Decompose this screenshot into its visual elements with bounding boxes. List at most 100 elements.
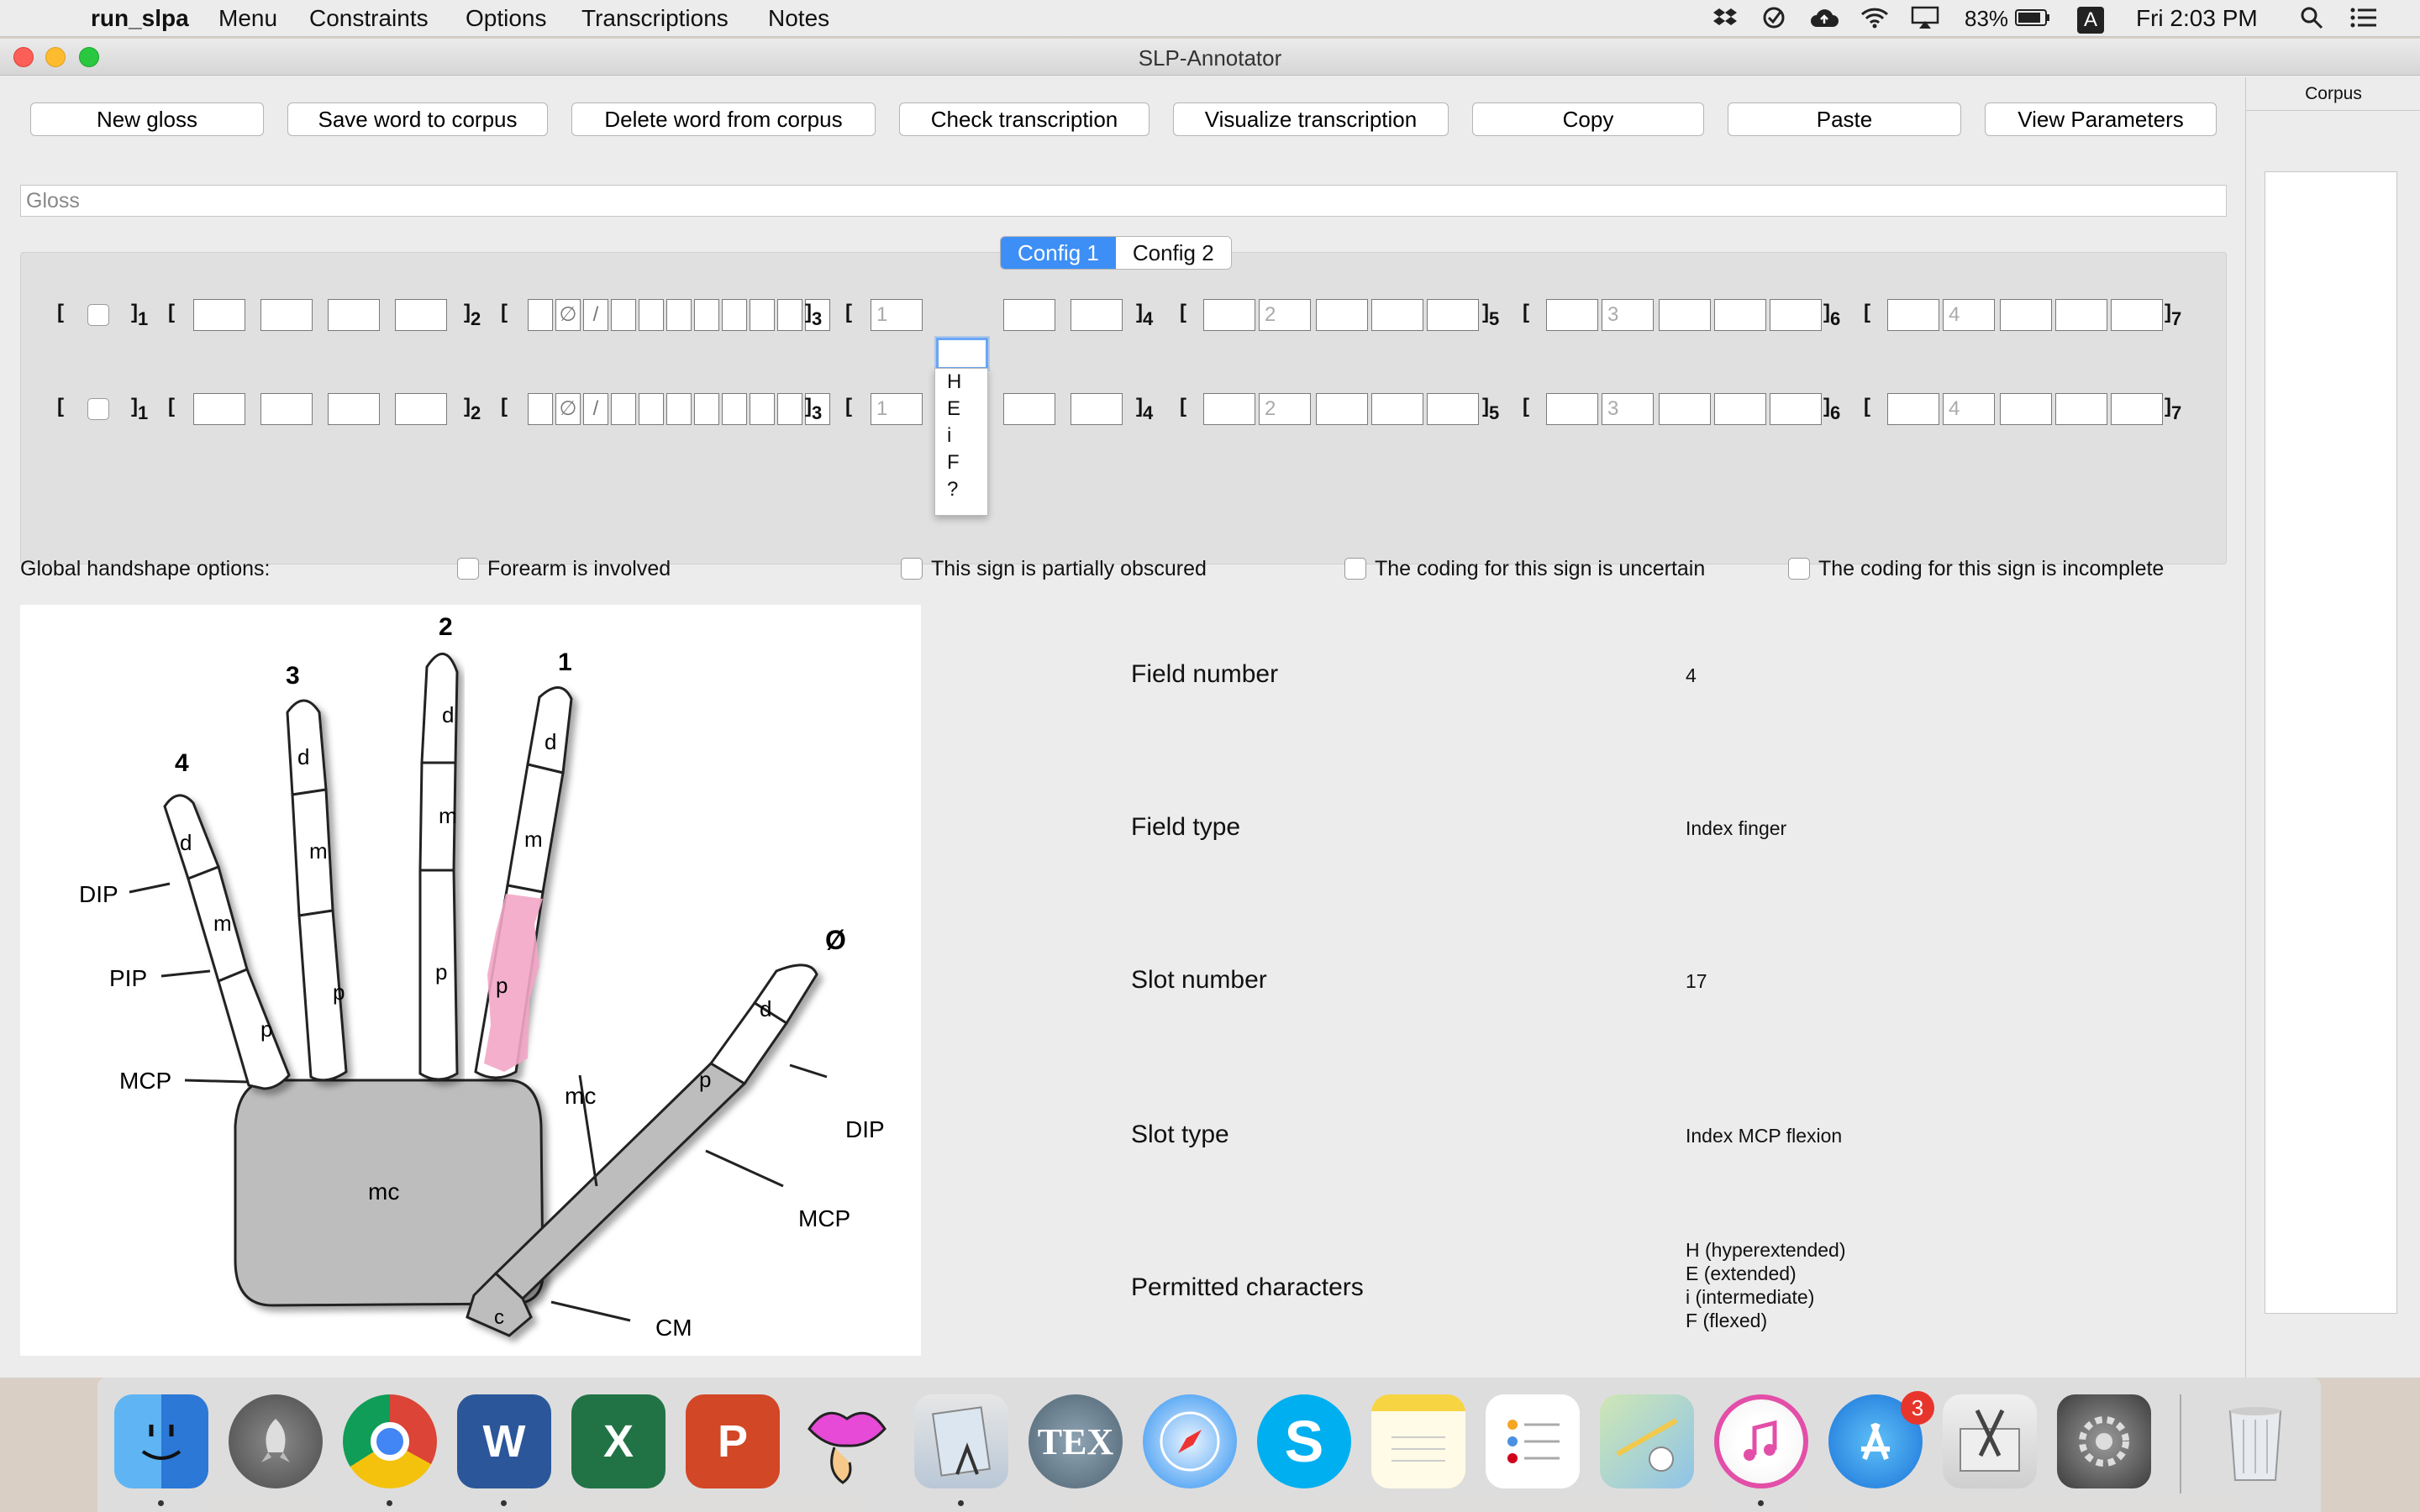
forearm-label[interactable]: Forearm is involved <box>487 557 671 581</box>
row2-field2-slot-4[interactable] <box>395 393 447 425</box>
row1-field3-slot-5[interactable] <box>639 299 664 331</box>
itunes-icon[interactable] <box>1714 1394 1808 1488</box>
row1-field5-slot-5[interactable] <box>1427 299 1479 331</box>
row2-field6-slot-5[interactable] <box>1770 393 1822 425</box>
check-transcription-button[interactable]: Check transcription <box>899 102 1150 136</box>
new-gloss-button[interactable]: New gloss <box>30 102 264 136</box>
dropdown-option-f[interactable]: F <box>935 449 987 476</box>
row1-field2-slot-4[interactable] <box>395 299 447 331</box>
view-parameters-button[interactable]: View Parameters <box>1985 102 2217 136</box>
row2-field2-slot-1[interactable] <box>193 393 245 425</box>
row2-field5-slot-5[interactable] <box>1427 393 1479 425</box>
corpus-list[interactable] <box>2265 171 2397 1314</box>
row2-field6-slot-3[interactable] <box>1659 393 1711 425</box>
row1-field7-slot-5[interactable] <box>2111 299 2163 331</box>
row2-field7-slot-1[interactable] <box>1887 393 1939 425</box>
spotlight-icon[interactable] <box>2297 5 2326 30</box>
row1-field3-slot-7[interactable] <box>694 299 719 331</box>
row2-field6-slot-4[interactable] <box>1714 393 1766 425</box>
row1-field2-slot-3[interactable] <box>328 299 380 331</box>
airplay-icon[interactable] <box>1911 5 1939 30</box>
notes-icon[interactable] <box>1371 1394 1465 1488</box>
word-icon[interactable]: W <box>457 1394 551 1488</box>
chrome-icon[interactable] <box>343 1394 437 1488</box>
notification-center-icon[interactable] <box>2349 5 2378 30</box>
tab-config-1[interactable]: Config 1 <box>1001 237 1116 269</box>
row1-field4-slot-3[interactable] <box>1003 299 1055 331</box>
row1-field7-slot-4[interactable] <box>2055 299 2107 331</box>
row1-field6-slot-4[interactable] <box>1714 299 1766 331</box>
row2-field3-slot-7[interactable] <box>694 393 719 425</box>
row2-field2-slot-3[interactable] <box>328 393 380 425</box>
incomplete-checkbox[interactable] <box>1788 558 1810 580</box>
paste-button[interactable]: Paste <box>1728 102 1961 136</box>
copy-button[interactable]: Copy <box>1472 102 1704 136</box>
scissors-app-icon[interactable] <box>1943 1394 2037 1488</box>
row2-field3-slot-6[interactable] <box>666 393 692 425</box>
incomplete-label[interactable]: The coding for this sign is incomplete <box>1818 557 2164 581</box>
row2-field7-slot-5[interactable] <box>2111 393 2163 425</box>
lips-app-icon[interactable] <box>800 1394 894 1488</box>
menu-item-options[interactable]: Options <box>466 5 547 32</box>
finder-icon[interactable] <box>114 1394 208 1488</box>
row2-field2-slot-2[interactable] <box>260 393 313 425</box>
row1-field7-slot-3[interactable] <box>2000 299 2052 331</box>
visualize-transcription-button[interactable]: Visualize transcription <box>1173 102 1449 136</box>
row1-field3-slot-4[interactable] <box>611 299 636 331</box>
row1-field4-slot-1[interactable]: 1 <box>871 299 923 331</box>
reminders-icon[interactable] <box>1486 1394 1580 1488</box>
safari-icon[interactable] <box>1143 1394 1237 1488</box>
row2-field6-slot-1[interactable] <box>1546 393 1598 425</box>
row1-field2-slot-1[interactable] <box>193 299 245 331</box>
skype-icon[interactable]: S <box>1257 1394 1351 1488</box>
row1-field5-slot-4[interactable] <box>1371 299 1423 331</box>
tab-config-2[interactable]: Config 2 <box>1115 237 1231 269</box>
menu-item-constraints[interactable]: Constraints <box>309 5 429 32</box>
row2-field5-slot-3[interactable] <box>1316 393 1368 425</box>
row1-field6-slot-1[interactable] <box>1546 299 1598 331</box>
row2-field3-slot-8[interactable] <box>722 393 747 425</box>
row1-field3-slot-8[interactable] <box>722 299 747 331</box>
row2-field1-checkbox[interactable] <box>87 398 109 420</box>
menu-app-name[interactable]: run_slpa <box>91 5 189 32</box>
row1-field3-slot-6[interactable] <box>666 299 692 331</box>
trash-icon[interactable] <box>2208 1394 2302 1488</box>
cloud-upload-icon[interactable] <box>1810 5 1839 30</box>
menu-item-notes[interactable]: Notes <box>768 5 829 32</box>
maps-icon[interactable] <box>1600 1394 1694 1488</box>
dropdown-option-h[interactable]: H <box>935 369 987 396</box>
character-dropdown[interactable]: H E i F ? <box>934 368 988 516</box>
wifi-icon[interactable] <box>1860 5 1889 30</box>
battery-icon[interactable] <box>2015 5 2050 30</box>
save-word-button[interactable]: Save word to corpus <box>287 102 548 136</box>
input-source-icon[interactable]: A <box>2077 7 2104 34</box>
row1-field7-slot-1[interactable] <box>1887 299 1939 331</box>
row1-field4-slot-4[interactable] <box>1071 299 1123 331</box>
uncertain-checkbox[interactable] <box>1344 558 1366 580</box>
row2-field3-slot-4[interactable] <box>611 393 636 425</box>
obscured-checkbox[interactable] <box>901 558 923 580</box>
row1-field6-slot-5[interactable] <box>1770 299 1822 331</box>
dropbox-icon[interactable] <box>1711 5 1739 30</box>
dropdown-option-unknown[interactable]: ? <box>935 476 987 503</box>
row2-field7-slot-4[interactable] <box>2055 393 2107 425</box>
dropdown-option-e[interactable]: E <box>935 396 987 423</box>
row1-field3-slot-10[interactable] <box>777 299 802 331</box>
menubar-clock[interactable]: Fri 2:03 PM <box>2136 5 2258 32</box>
row1-field1-checkbox[interactable] <box>87 304 109 326</box>
row2-field5-slot-1[interactable] <box>1203 393 1255 425</box>
row1-field6-slot-3[interactable] <box>1659 299 1711 331</box>
powerpoint-icon[interactable]: P <box>686 1394 780 1488</box>
gloss-input[interactable]: Gloss <box>20 185 2227 217</box>
delete-word-button[interactable]: Delete word from corpus <box>571 102 876 136</box>
preview-icon[interactable] <box>914 1394 1008 1488</box>
excel-icon[interactable]: X <box>571 1394 666 1488</box>
row2-field7-slot-3[interactable] <box>2000 393 2052 425</box>
row2-field4-slot-4[interactable] <box>1071 393 1123 425</box>
row2-field5-slot-4[interactable] <box>1371 393 1423 425</box>
row2-field3-slot-10[interactable] <box>777 393 802 425</box>
row1-field2-slot-2[interactable] <box>260 299 313 331</box>
uncertain-label[interactable]: The coding for this sign is uncertain <box>1375 557 1705 581</box>
system-preferences-icon[interactable] <box>2057 1394 2151 1488</box>
row2-field4-slot-1[interactable]: 1 <box>871 393 923 425</box>
